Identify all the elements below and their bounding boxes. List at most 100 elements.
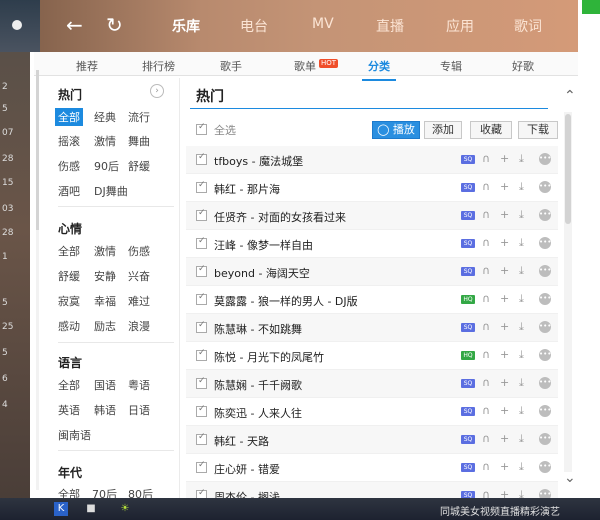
download-icon[interactable]: ⤓ bbox=[519, 376, 524, 390]
song-row[interactable]: 韩红 - 那片海 SQ ∩ + ⤓ ••• bbox=[186, 174, 558, 202]
add-icon[interactable]: + bbox=[500, 208, 509, 222]
category-item[interactable]: 寂寞 bbox=[58, 293, 80, 309]
add-icon[interactable]: + bbox=[500, 264, 509, 278]
category-scrollbar[interactable] bbox=[36, 70, 39, 490]
taskbar-ad-text[interactable]: 同城美女视频直播精彩演艺 bbox=[440, 503, 560, 518]
category-item[interactable]: 伤感 bbox=[58, 158, 80, 174]
category-item[interactable]: 安静 bbox=[94, 268, 116, 284]
more-options-icon[interactable]: ••• bbox=[539, 405, 551, 417]
select-all-checkbox[interactable] bbox=[196, 122, 207, 135]
headphone-icon[interactable]: ∩ bbox=[482, 376, 490, 390]
download-icon[interactable]: ⤓ bbox=[519, 488, 524, 498]
song-row[interactable]: 陈慧琳 - 不如跳舞 SQ ∩ + ⤓ ••• bbox=[186, 314, 558, 342]
add-icon[interactable]: + bbox=[500, 376, 509, 390]
play-button[interactable]: ◯ 播放 bbox=[372, 121, 420, 139]
song-row[interactable]: 周杰伦 - 搁浅 SQ ∩ + ⤓ ••• bbox=[186, 482, 558, 498]
add-icon[interactable]: + bbox=[500, 236, 509, 250]
category-item[interactable]: 伤感 bbox=[128, 243, 150, 259]
add-button[interactable]: 添加 bbox=[424, 121, 462, 139]
subtab-albums[interactable]: 专辑 bbox=[440, 58, 462, 74]
add-icon[interactable]: + bbox=[500, 152, 509, 166]
song-title[interactable]: 庄心妍 - 错爱 bbox=[214, 461, 280, 477]
sun-icon[interactable]: ☀ bbox=[118, 502, 132, 516]
collapse-icon[interactable]: › bbox=[150, 84, 164, 98]
song-title[interactable]: 陈慧娴 - 千千阙歌 bbox=[214, 377, 302, 393]
song-title[interactable]: 陈慧琳 - 不如跳舞 bbox=[214, 321, 302, 337]
toggle-switch[interactable] bbox=[12, 20, 22, 30]
more-options-icon[interactable]: ••• bbox=[539, 321, 551, 333]
tab-library[interactable]: 乐库 bbox=[172, 16, 200, 36]
song-row[interactable]: 汪峰 - 像梦一样自由 SQ ∩ + ⤓ ••• bbox=[186, 230, 558, 258]
song-row[interactable]: beyond - 海阔天空 SQ ∩ + ⤓ ••• bbox=[186, 258, 558, 286]
song-title[interactable]: beyond - 海阔天空 bbox=[214, 265, 310, 281]
add-icon[interactable]: + bbox=[500, 348, 509, 362]
headphone-icon[interactable]: ∩ bbox=[482, 264, 490, 278]
subtab-singers[interactable]: 歌手 bbox=[220, 58, 242, 74]
category-item[interactable]: DJ舞曲 bbox=[94, 183, 128, 199]
category-item[interactable]: 日语 bbox=[128, 402, 150, 418]
download-icon[interactable]: ⤓ bbox=[519, 348, 524, 362]
category-item[interactable]: 国语 bbox=[94, 377, 116, 393]
download-button[interactable]: 下载 bbox=[518, 121, 558, 139]
add-icon[interactable]: + bbox=[500, 460, 509, 474]
song-checkbox[interactable] bbox=[196, 292, 207, 305]
more-options-icon[interactable]: ••• bbox=[539, 181, 551, 193]
favorite-button[interactable]: 收藏 bbox=[470, 121, 512, 139]
category-item[interactable]: 难过 bbox=[128, 293, 150, 309]
headphone-icon[interactable]: ∩ bbox=[482, 404, 490, 418]
subtab-categories[interactable]: 分类 bbox=[362, 58, 396, 81]
download-icon[interactable]: ⤓ bbox=[519, 236, 524, 250]
category-item[interactable]: 90后 bbox=[94, 158, 119, 174]
chevron-up-icon[interactable]: ⌃ bbox=[564, 88, 576, 104]
category-item[interactable]: 全部 bbox=[58, 377, 80, 393]
headphone-icon[interactable]: ∩ bbox=[482, 432, 490, 446]
more-options-icon[interactable]: ••• bbox=[539, 461, 551, 473]
song-title[interactable]: 莫露露 - 狼一样的男人 - DJ版 bbox=[214, 293, 358, 309]
song-title[interactable]: 韩红 - 天路 bbox=[214, 433, 269, 449]
add-icon[interactable]: + bbox=[500, 488, 509, 498]
category-item[interactable]: 粤语 bbox=[128, 377, 150, 393]
category-item[interactable]: 英语 bbox=[58, 402, 80, 418]
category-item[interactable]: 激情 bbox=[94, 133, 116, 149]
category-scroll-thumb[interactable] bbox=[36, 70, 39, 230]
category-item[interactable]: 励志 bbox=[94, 318, 116, 334]
headphone-icon[interactable]: ∩ bbox=[482, 208, 490, 222]
subtab-charts[interactable]: 排行榜 bbox=[142, 58, 175, 74]
category-item[interactable]: 经典 bbox=[94, 109, 116, 125]
song-title[interactable]: 周杰伦 - 搁浅 bbox=[214, 489, 280, 498]
song-checkbox[interactable] bbox=[196, 432, 207, 445]
headphone-icon[interactable]: ∩ bbox=[482, 348, 490, 362]
category-item[interactable]: 韩语 bbox=[94, 402, 116, 418]
song-row[interactable]: 陈慧娴 - 千千阙歌 SQ ∩ + ⤓ ••• bbox=[186, 370, 558, 398]
subtab-good-songs[interactable]: 好歌 bbox=[512, 58, 534, 74]
subtab-playlists[interactable]: 歌单 bbox=[294, 58, 316, 74]
song-row[interactable]: 庄心妍 - 错爱 SQ ∩ + ⤓ ••• bbox=[186, 454, 558, 482]
more-options-icon[interactable]: ••• bbox=[539, 349, 551, 361]
category-item[interactable]: 浪漫 bbox=[128, 318, 150, 334]
category-item[interactable]: 流行 bbox=[128, 109, 150, 125]
song-checkbox[interactable] bbox=[196, 348, 207, 361]
song-checkbox[interactable] bbox=[196, 376, 207, 389]
song-list-scrollbar[interactable] bbox=[564, 112, 572, 472]
category-item[interactable]: 全部 bbox=[55, 108, 83, 126]
headphone-icon[interactable]: ∩ bbox=[482, 292, 490, 306]
song-title[interactable]: 任贤齐 - 对面的女孩看过来 bbox=[214, 209, 346, 225]
add-icon[interactable]: + bbox=[500, 180, 509, 194]
tab-radio[interactable]: 电台 bbox=[240, 16, 268, 36]
headphone-icon[interactable]: ∩ bbox=[482, 460, 490, 474]
tab-mv[interactable]: MV bbox=[312, 16, 334, 32]
song-title[interactable]: 韩红 - 那片海 bbox=[214, 181, 280, 197]
gamepad-icon[interactable]: ■ bbox=[84, 502, 98, 516]
song-list-scroll-thumb[interactable] bbox=[565, 114, 571, 224]
more-options-icon[interactable]: ••• bbox=[539, 433, 551, 445]
download-icon[interactable]: ⤓ bbox=[519, 152, 524, 166]
category-item[interactable]: 摇滚 bbox=[58, 133, 80, 149]
more-options-icon[interactable]: ••• bbox=[539, 237, 551, 249]
category-item[interactable]: 80后 bbox=[128, 486, 153, 498]
download-icon[interactable]: ⤓ bbox=[519, 320, 524, 334]
song-checkbox[interactable] bbox=[196, 320, 207, 333]
song-checkbox[interactable] bbox=[196, 460, 207, 473]
category-item[interactable]: 幸福 bbox=[94, 293, 116, 309]
song-checkbox[interactable] bbox=[196, 264, 207, 277]
song-title[interactable]: tfboys - 魔法城堡 bbox=[214, 153, 303, 169]
